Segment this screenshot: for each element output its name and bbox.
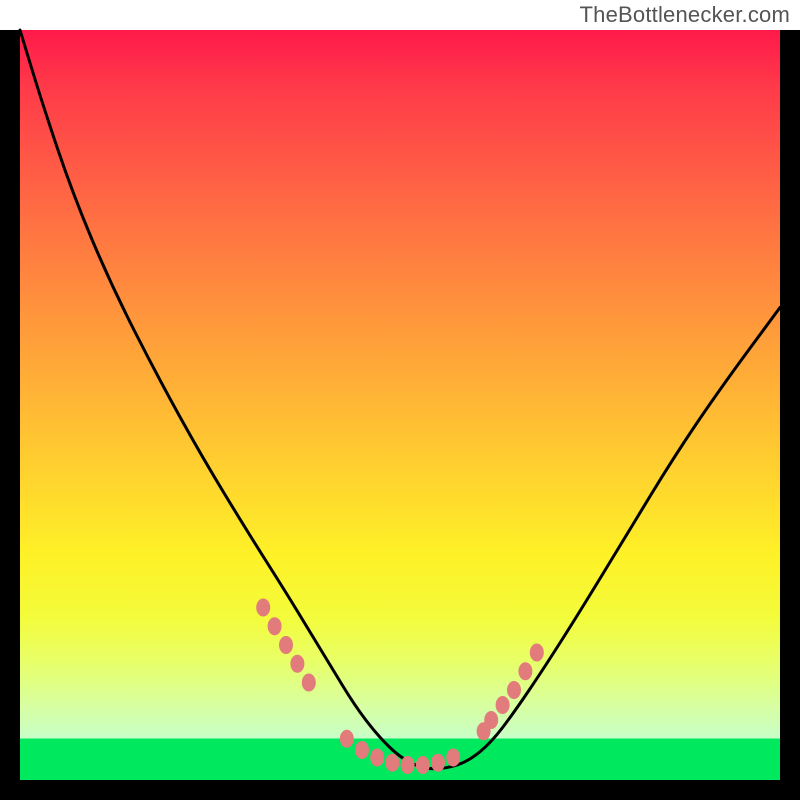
watermark-text: TheBottlenecker.com xyxy=(580,2,790,28)
marker-dot xyxy=(302,674,316,692)
bottleneck-curve-svg xyxy=(20,30,780,780)
marker-dot xyxy=(518,662,532,680)
marker-dot xyxy=(446,749,460,767)
marker-dot xyxy=(496,696,510,714)
marker-dot xyxy=(268,617,282,635)
plot-gradient-area xyxy=(20,30,780,780)
marker-dot xyxy=(530,644,544,662)
marker-dot xyxy=(431,754,445,772)
chart-frame: TheBottlenecker.com xyxy=(0,0,800,800)
marker-dot xyxy=(355,741,369,759)
marker-dot xyxy=(370,749,384,767)
marker-dot xyxy=(385,754,399,772)
marker-dot xyxy=(279,636,293,654)
marker-dot xyxy=(484,711,498,729)
watermark-bar: TheBottlenecker.com xyxy=(0,0,800,30)
curve-markers xyxy=(256,599,544,775)
marker-dot xyxy=(290,655,304,673)
plot-outer-border xyxy=(0,30,800,800)
marker-dot xyxy=(256,599,270,617)
marker-dot xyxy=(340,730,354,748)
marker-dot xyxy=(507,681,521,699)
bottleneck-curve-line xyxy=(20,30,780,769)
marker-dot xyxy=(416,756,430,774)
marker-dot xyxy=(401,756,415,774)
